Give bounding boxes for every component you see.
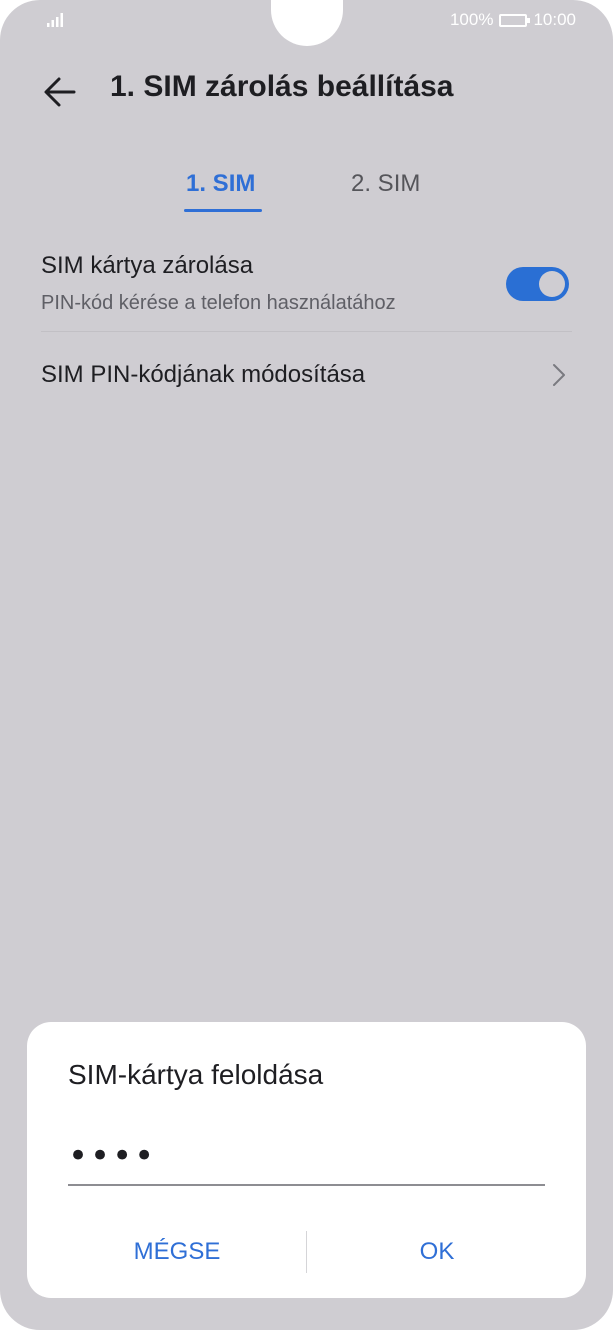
page-title: 1. SIM zárolás beállítása — [110, 70, 454, 103]
ok-button[interactable]: OK — [347, 1228, 527, 1276]
change-pin-row[interactable]: SIM PIN-kódjának módosítása — [41, 361, 365, 389]
back-arrow-icon[interactable] — [40, 72, 80, 112]
camera-notch — [271, 0, 343, 46]
tab-sim-2[interactable]: 2. SIM — [351, 170, 420, 198]
dialog-title: SIM-kártya feloldása — [68, 1059, 324, 1090]
status-bar-right: 100% 10:00 — [450, 10, 576, 30]
clock: 10:00 — [533, 10, 576, 29]
chevron-right-icon — [553, 364, 565, 386]
sim-lock-toggle[interactable] — [506, 267, 569, 301]
toggle-knob — [539, 271, 565, 297]
active-tab-indicator — [184, 209, 262, 212]
sim-lock-title: SIM kártya zárolása — [41, 252, 254, 279]
row-divider — [41, 331, 572, 332]
tab-sim-1[interactable]: 1. SIM — [186, 170, 255, 198]
sim-lock-subtitle: PIN-kód kérése a telefon használatához — [41, 292, 396, 314]
unlock-sim-dialog: SIM-kártya feloldása MÉGSE OK — [27, 1022, 586, 1298]
signal-icon — [47, 13, 63, 27]
cancel-button[interactable]: MÉGSE — [87, 1228, 267, 1276]
phone-screen: 100% 10:00 1. SIM zárolás beállítása 1. … — [0, 0, 613, 1330]
pin-input[interactable] — [68, 1132, 545, 1186]
battery-percent: 100% — [449, 10, 494, 29]
battery-icon — [499, 13, 531, 27]
button-divider — [306, 1231, 307, 1273]
